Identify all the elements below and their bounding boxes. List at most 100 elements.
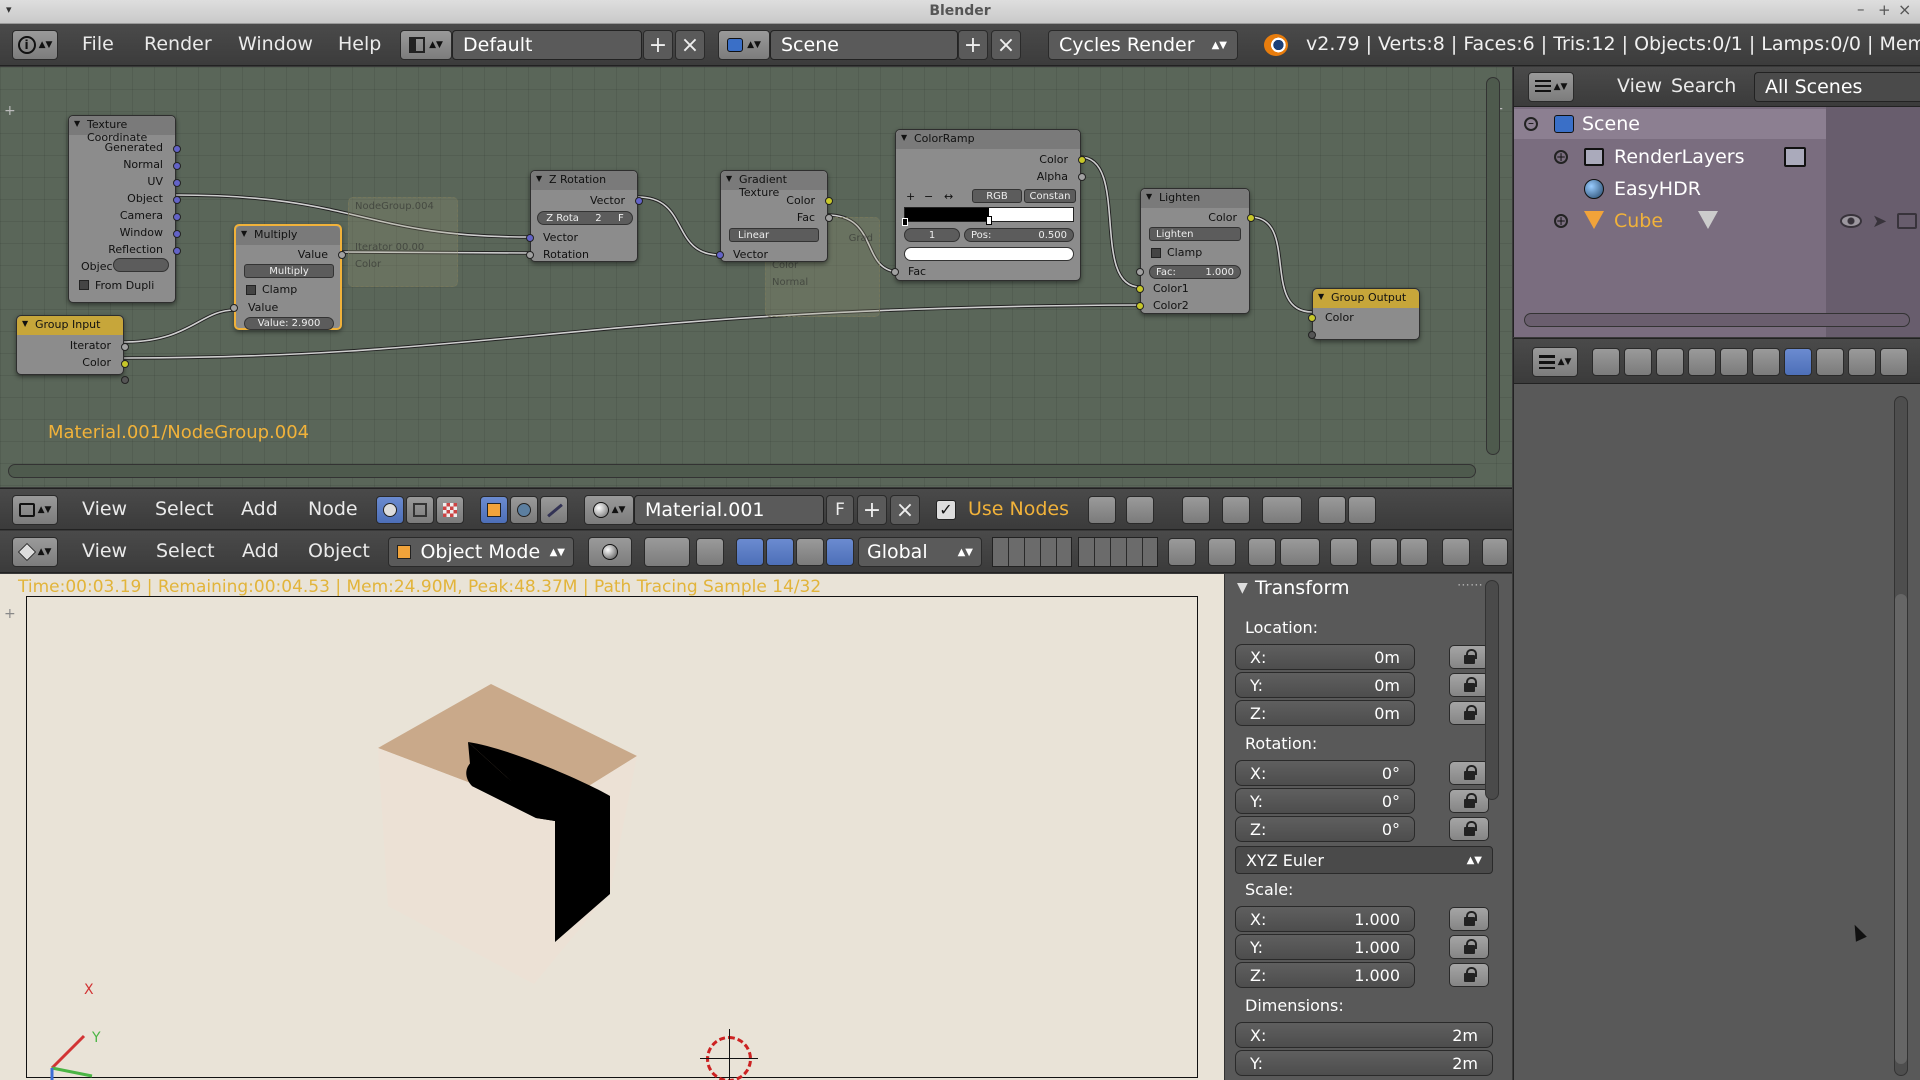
node-colorramp[interactable]: ColorRamp Color Alpha + − ↔ RGB Constan … xyxy=(891,129,1086,281)
render-tab-icon[interactable] xyxy=(1592,348,1620,376)
copy-nodes-icon[interactable] xyxy=(1318,496,1346,524)
add-layout-button[interactable]: + xyxy=(643,30,673,60)
paste-nodes-icon[interactable] xyxy=(1348,496,1376,524)
constraints-tab-icon[interactable] xyxy=(1752,348,1780,376)
zrot-group-field[interactable]: Z Rota 2 F xyxy=(537,211,633,225)
proportional-edit-icon[interactable] xyxy=(1208,538,1236,566)
go-parent-icon[interactable] xyxy=(1126,496,1154,524)
object-shader-toggle[interactable] xyxy=(480,496,508,524)
node-group-output[interactable]: Group Output Color xyxy=(1308,288,1420,340)
viewport-menu-add[interactable]: Add xyxy=(242,540,279,562)
ramp-add-button[interactable]: + xyxy=(906,190,915,203)
viewport-shading-select[interactable] xyxy=(588,537,632,567)
object-field[interactable] xyxy=(113,258,169,272)
menu-file[interactable]: File xyxy=(82,33,114,55)
socket-object[interactable] xyxy=(173,196,181,204)
clamp-checkbox[interactable] xyxy=(246,285,256,295)
material-name-field[interactable]: Material.001 xyxy=(634,495,824,525)
socket-window[interactable] xyxy=(173,230,181,238)
node-texture-coordinate[interactable]: Texture Coordinate Generated Normal UV O… xyxy=(68,115,181,303)
use-nodes-checkbox[interactable]: ✓ xyxy=(936,500,956,520)
close-window-icon[interactable]: × xyxy=(1898,0,1911,19)
minimize-icon[interactable]: – xyxy=(1857,0,1865,18)
linestyle-shader-toggle[interactable] xyxy=(540,496,568,524)
scale-manipulator[interactable] xyxy=(796,538,824,566)
expand-plus-icon[interactable]: + xyxy=(1554,214,1568,228)
compositing-nodes-toggle[interactable] xyxy=(406,496,434,524)
scale-y-field[interactable]: Y: 1.000 xyxy=(1235,934,1415,960)
node-multiply[interactable]: Multiply Value Multiply Clamp Value Valu… xyxy=(230,224,346,330)
dimensions-x-field[interactable]: X: 2m xyxy=(1235,1022,1493,1048)
socket-empty[interactable] xyxy=(121,376,129,384)
rotation-x-field[interactable]: X: 0° xyxy=(1235,760,1415,786)
editor-type-properties-button[interactable]: ▲▼ xyxy=(1532,347,1578,377)
socket-ramp-fac[interactable] xyxy=(891,268,899,276)
remove-layout-button[interactable]: × xyxy=(675,30,705,60)
object-tab-icon[interactable] xyxy=(1720,348,1748,376)
transform-orientation-select[interactable]: Global ▲▼ xyxy=(858,537,982,567)
scale-x-field[interactable]: X: 1.000 xyxy=(1235,906,1415,932)
dimensions-y-field[interactable]: Y: 2m xyxy=(1235,1050,1493,1076)
outliner-h-scrollbar[interactable] xyxy=(1524,313,1910,327)
lock-rotation-z-icon[interactable] xyxy=(1449,817,1489,841)
multiply-value-field[interactable]: Value: 2.900 xyxy=(244,317,334,330)
socket-generated[interactable] xyxy=(173,145,181,153)
add-scene-button[interactable]: + xyxy=(958,30,988,60)
socket-gradient-color[interactable] xyxy=(825,197,833,205)
shader-nodes-toggle[interactable] xyxy=(376,496,404,524)
outliner[interactable]: – Scene + RenderLayers EasyHDR + Cube ➤ xyxy=(1513,107,1920,337)
properties-editor[interactable] xyxy=(1513,384,1920,1080)
region-toggle-plus-icon-vp[interactable]: + xyxy=(4,606,16,622)
socket-value-out[interactable] xyxy=(338,251,346,259)
node-menu-select[interactable]: Select xyxy=(155,498,214,520)
outliner-menu-view[interactable]: View xyxy=(1617,75,1662,97)
snap-icon[interactable] xyxy=(1248,538,1276,566)
layer-buttons-a[interactable] xyxy=(992,537,1072,567)
node-z-rotation[interactable]: Z Rotation Vector Z Rota 2 F Vector Rotati… xyxy=(526,170,643,262)
collapse-minus-icon[interactable]: – xyxy=(1524,117,1538,131)
socket-normal[interactable] xyxy=(173,162,181,170)
pivot-point-select[interactable] xyxy=(644,537,690,567)
scene-field[interactable]: Scene xyxy=(770,30,958,60)
ramp-stop-color-swatch[interactable] xyxy=(904,247,1074,261)
socket-lighten-out[interactable] xyxy=(1247,214,1255,222)
remove-scene-button[interactable]: × xyxy=(991,30,1021,60)
socket-lighten-fac[interactable] xyxy=(1136,268,1144,276)
transform-panel-scrollbar[interactable] xyxy=(1485,580,1499,800)
snap-element-icon[interactable] xyxy=(1262,496,1302,524)
unlink-material-button[interactable]: × xyxy=(890,495,920,525)
node-menu-view[interactable]: View xyxy=(82,498,127,520)
opengl-render-icon[interactable] xyxy=(1370,538,1398,566)
ramp-remove-button[interactable]: − xyxy=(924,190,933,203)
opengl-anim-icon[interactable] xyxy=(1400,538,1428,566)
menu-help[interactable]: Help xyxy=(338,33,381,55)
viewport-extra-icon[interactable] xyxy=(1482,538,1508,566)
socket-value-in[interactable] xyxy=(230,304,238,312)
socket-color[interactable] xyxy=(121,360,129,368)
texture-nodes-toggle[interactable] xyxy=(436,496,464,524)
snap-target-icon[interactable] xyxy=(1280,538,1320,566)
pin-icon[interactable] xyxy=(1088,496,1116,524)
outliner-row-easyhdr[interactable]: EasyHDR xyxy=(1514,174,1824,204)
from-dupli-checkbox[interactable] xyxy=(79,280,89,290)
socket-vector-in[interactable] xyxy=(526,234,534,242)
scene-tab-icon[interactable] xyxy=(1656,348,1684,376)
socket-reflection[interactable] xyxy=(173,247,181,255)
expand-plus-icon[interactable]: + xyxy=(1554,150,1568,164)
socket-uv[interactable] xyxy=(173,179,181,187)
scale-z-field[interactable]: Z: 1.000 xyxy=(1235,962,1415,988)
socket-gradient-fac[interactable] xyxy=(825,214,833,222)
multiply-operation-select[interactable]: Multiply xyxy=(244,264,334,278)
socket-iterator[interactable] xyxy=(121,343,129,351)
gradient-type-select[interactable]: Linear xyxy=(729,228,819,242)
panel-collapse-icon[interactable]: ▼ xyxy=(1237,580,1248,596)
node-gradient-texture[interactable]: Gradient Texture Color Fac Linear Vector xyxy=(716,170,833,262)
outliner-display-filter[interactable]: All Scenes xyxy=(1754,72,1920,102)
layer-buttons-b[interactable] xyxy=(1078,537,1158,567)
material-browse-button[interactable]: ▲▼ xyxy=(584,495,634,525)
backdrop-icon[interactable] xyxy=(1182,496,1210,524)
lock-rotation-y-icon[interactable] xyxy=(1449,789,1489,813)
node-lighten[interactable]: Lighten Color Lighten Clamp Fac: 1.000 Co… xyxy=(1136,188,1255,314)
scene-icon-button[interactable]: ▲▼ xyxy=(718,30,770,60)
socket-output-color[interactable] xyxy=(1308,314,1316,322)
